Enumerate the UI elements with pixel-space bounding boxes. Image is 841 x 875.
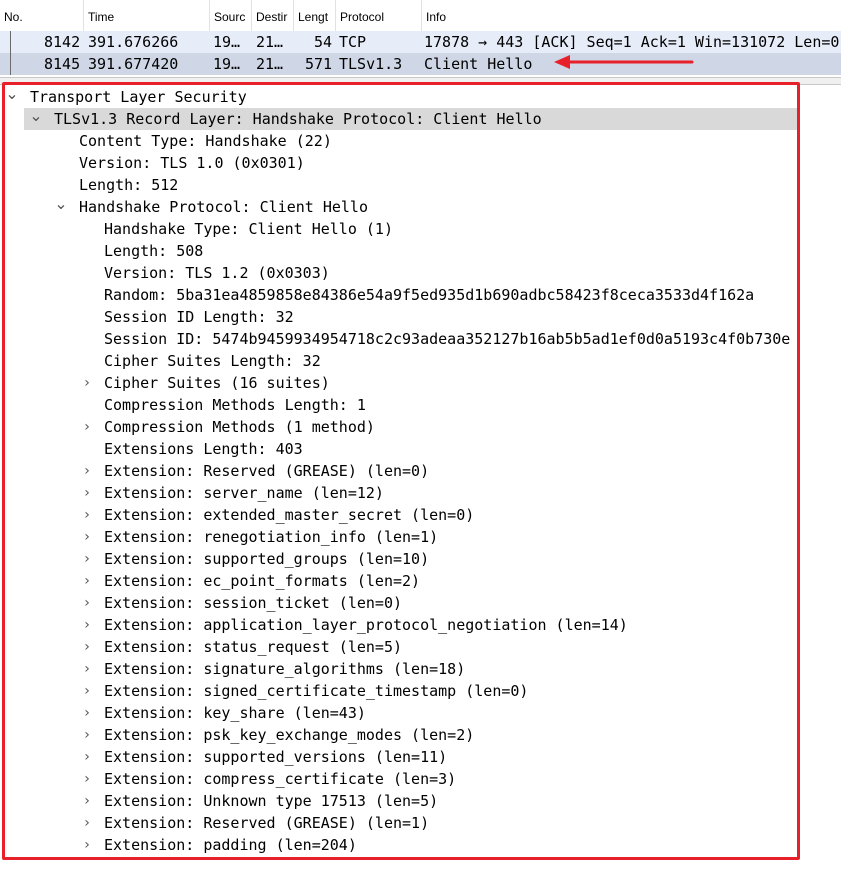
detail-tree-item[interactable]: Extension: server_name (len=12) (104, 482, 384, 504)
detail-tree-item[interactable]: Compression Methods (1 method) (104, 416, 375, 438)
chevron-right-icon[interactable]: › (76, 416, 98, 438)
detail-tree-item[interactable]: Extension: extended_master_secret (len=0… (104, 504, 474, 526)
detail-tree-item[interactable]: Extension: Unknown type 17513 (len=5) (104, 790, 438, 812)
detail-tree-item[interactable]: Version: TLS 1.2 (0x0303) (104, 262, 330, 284)
packet-info: Client Hello (424, 55, 533, 73)
chevron-right-icon[interactable]: › (76, 702, 98, 724)
column-header-source[interactable]: Sourc (210, 0, 252, 31)
chevron-right-icon[interactable]: › (76, 570, 98, 592)
related-packet-line (10, 31, 11, 53)
annotation-arrow-icon (554, 55, 694, 69)
chevron-right-icon[interactable]: › (76, 614, 98, 636)
detail-tree-item[interactable]: Extension: application_layer_protocol_ne… (104, 614, 628, 636)
detail-tree-item[interactable]: Cipher Suites Length: 32 (104, 350, 321, 372)
chevron-right-icon[interactable]: › (76, 768, 98, 790)
packet-length: 54 (314, 33, 333, 51)
chevron-right-icon[interactable]: › (76, 504, 98, 526)
detail-tree-item[interactable]: Extension: signature_algorithms (len=18) (104, 658, 465, 680)
detail-tree-item[interactable]: Extension: psk_key_exchange_modes (len=2… (104, 724, 474, 746)
packet-source: 19… (213, 33, 241, 51)
detail-tree-item[interactable]: Handshake Protocol: Client Hello (79, 196, 368, 218)
detail-tree-item[interactable]: Session ID Length: 32 (104, 306, 294, 328)
packet-time: 391.676266 (88, 33, 179, 51)
chevron-right-icon[interactable]: › (76, 372, 98, 394)
detail-tree-item[interactable]: Extension: padding (len=204) (104, 834, 357, 856)
detail-tree-item[interactable]: Version: TLS 1.0 (0x0301) (79, 152, 305, 174)
column-header-length[interactable]: Lengt (294, 0, 336, 31)
detail-tree-item[interactable]: Extension: renegotiation_info (len=1) (104, 526, 438, 548)
column-header-destination[interactable]: Destir (252, 0, 294, 31)
detail-tree-item[interactable]: Handshake Type: Client Hello (1) (104, 218, 393, 240)
chevron-right-icon[interactable]: › (76, 724, 98, 746)
detail-tree-item[interactable]: Extension: ec_point_formats (len=2) (104, 570, 420, 592)
chevron-right-icon[interactable]: › (76, 548, 98, 570)
chevron-right-icon[interactable]: › (76, 746, 98, 768)
packet-row-selected[interactable]: 8145 391.677420 19… 21… 571 TLSv1.3 Clie… (0, 53, 841, 75)
detail-tree-item[interactable]: Extension: signed_certificate_timestamp … (104, 680, 528, 702)
chevron-right-icon[interactable]: › (76, 658, 98, 680)
chevron-right-icon[interactable]: › (76, 636, 98, 658)
detail-tree-item[interactable]: Random: 5ba31ea4859858e84386e54a9f5ed935… (104, 284, 754, 306)
detail-tree-item[interactable]: Session ID: 5474b9459934954718c2c93adeaa… (104, 328, 790, 350)
detail-tree-item[interactable]: Extensions Length: 403 (104, 438, 303, 460)
packet-list-header: No. Time Sourc Destir Lengt Protocol Inf… (0, 0, 841, 32)
packet-protocol: TLSv1.3 (339, 55, 403, 73)
packet-row[interactable]: 8142 391.676266 19… 21… 54 TCP 17878 → 4… (0, 31, 841, 53)
detail-tree-item[interactable]: Length: 512 (79, 174, 178, 196)
related-packet-line (10, 53, 11, 75)
chevron-right-icon[interactable]: › (76, 680, 98, 702)
chevron-right-icon[interactable]: › (76, 592, 98, 614)
chevron-right-icon[interactable]: › (76, 482, 98, 504)
packet-no: 8142 (44, 33, 81, 51)
chevron-right-icon[interactable]: › (76, 812, 98, 834)
detail-tree-item[interactable]: Content Type: Handshake (22) (79, 130, 332, 152)
detail-tree-item[interactable]: Extension: key_share (len=43) (104, 702, 366, 724)
detail-tree-item[interactable]: Extension: supported_versions (len=11) (104, 746, 447, 768)
chevron-right-icon[interactable]: › (76, 460, 98, 482)
packet-source: 19… (213, 55, 241, 73)
detail-tree-item[interactable]: Extension: session_ticket (len=0) (104, 592, 402, 614)
chevron-down-icon[interactable]: ⌄ (50, 196, 72, 218)
packet-destination: 21… (256, 55, 284, 73)
packet-length: 571 (305, 55, 333, 73)
chevron-right-icon[interactable]: › (76, 790, 98, 812)
detail-tree-item[interactable]: Extension: compress_certificate (len=3) (104, 768, 456, 790)
chevron-right-icon[interactable]: › (76, 526, 98, 548)
packet-protocol: TCP (339, 33, 367, 51)
packet-destination: 21… (256, 33, 284, 51)
column-header-info[interactable]: Info (422, 0, 841, 31)
packet-time: 391.677420 (88, 55, 179, 73)
column-header-no[interactable]: No. (0, 0, 84, 31)
column-header-time[interactable]: Time (84, 0, 210, 31)
detail-tree-item[interactable]: Extension: supported_groups (len=10) (104, 548, 429, 570)
packet-no: 8145 (44, 55, 81, 73)
detail-tree-item[interactable]: Extension: Reserved (GREASE) (len=1) (104, 812, 429, 834)
detail-tree-item[interactable]: Length: 508 (104, 240, 203, 262)
chevron-right-icon[interactable]: › (76, 834, 98, 856)
detail-tree-item[interactable]: TLSv1.3 Record Layer: Handshake Protocol… (54, 108, 542, 130)
chevron-down-icon[interactable]: ⌄ (25, 108, 47, 130)
detail-tree-item[interactable]: Transport Layer Security (30, 86, 247, 108)
column-header-protocol[interactable]: Protocol (336, 0, 422, 31)
detail-tree-item[interactable]: Extension: Reserved (GREASE) (len=0) (104, 460, 429, 482)
detail-tree-item[interactable]: Cipher Suites (16 suites) (104, 372, 330, 394)
packet-info: 17878 → 443 [ACK] Seq=1 Ack=1 Win=131072… (424, 33, 840, 51)
detail-tree-item[interactable]: Compression Methods Length: 1 (104, 394, 366, 416)
chevron-down-icon[interactable]: ⌄ (1, 86, 23, 108)
detail-tree-item[interactable]: Extension: status_request (len=5) (104, 636, 402, 658)
